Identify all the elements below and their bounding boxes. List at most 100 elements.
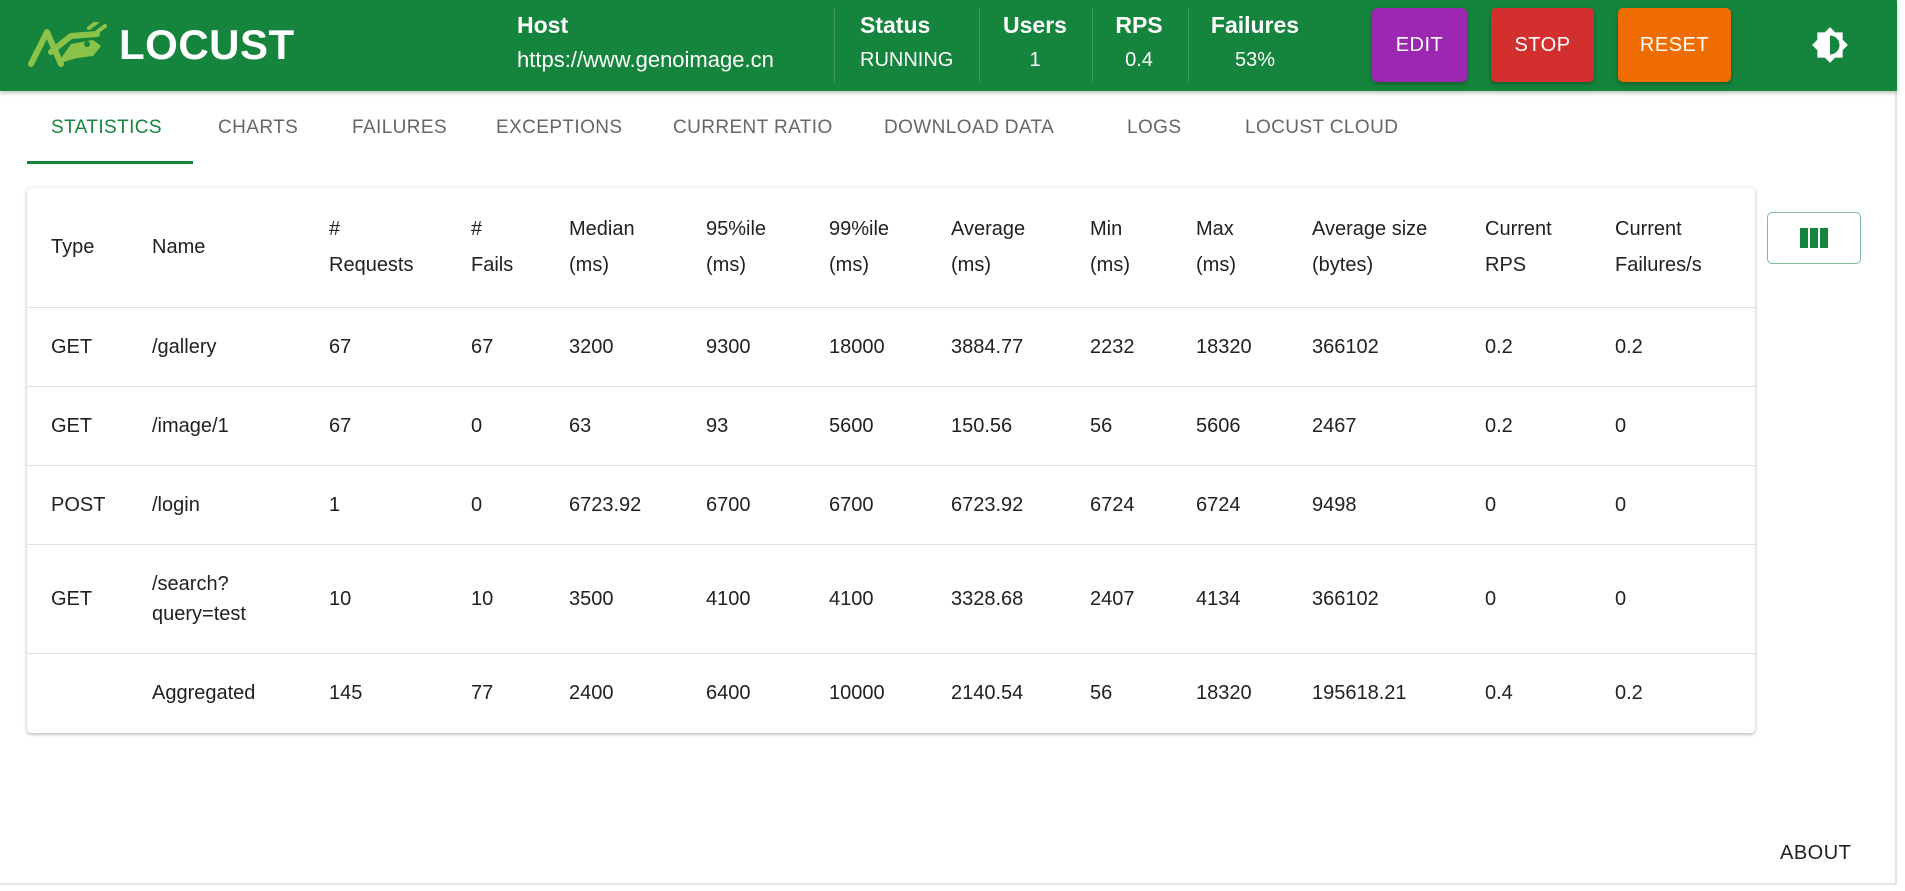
cell-current-rps: 0: [1461, 544, 1591, 654]
cell-min: 2232: [1066, 307, 1172, 387]
cell-requests: 67: [305, 307, 447, 387]
cell-current-rps: 0.4: [1485, 681, 1513, 704]
cell-current-failures: 0: [1591, 386, 1755, 466]
about-link[interactable]: ABOUT: [1780, 842, 1851, 865]
column-header[interactable]: # Fails: [447, 188, 545, 308]
tab-locust-cloud[interactable]: LOCUST CLOUD: [1245, 98, 1398, 164]
cell-current-rps: 0.2: [1461, 386, 1591, 466]
brightness-icon: [1812, 27, 1848, 63]
cell-median: 3500: [545, 544, 682, 654]
stop-button[interactable]: STOP: [1491, 8, 1594, 82]
cell-avg-size: 366102: [1288, 307, 1461, 387]
cell-median: 2400: [569, 681, 614, 704]
cell-name: Aggregated: [152, 681, 256, 704]
cell-current-rps: 0.2: [1461, 307, 1591, 387]
users-stat: Users 1: [1002, 10, 1068, 80]
column-header[interactable]: # Requests: [305, 188, 447, 308]
cell-current-failures: 0.2: [1591, 307, 1755, 387]
aggregated-row: Aggregated 145 77 2400 6400 10000 2140.5…: [27, 653, 1755, 732]
cell-requests: 1: [305, 465, 447, 545]
tab-logs[interactable]: LOGS: [1127, 98, 1181, 164]
locust-logo[interactable]: LOCUST: [27, 22, 295, 68]
cell-fails: 67: [447, 307, 545, 387]
cell-name: /image/1: [128, 386, 305, 466]
column-header[interactable]: Min (ms): [1066, 188, 1172, 308]
locust-app: LOCUST Host https://www.genoimage.cn Sta…: [0, 0, 1905, 891]
cell-max: 6724: [1172, 465, 1288, 545]
cell-p95: 6700: [682, 465, 805, 545]
tab-download-data[interactable]: DOWNLOAD DATA: [884, 98, 1054, 164]
tab-statistics[interactable]: STATISTICS: [51, 98, 162, 164]
column-header[interactable]: Name: [128, 188, 305, 308]
cell-avg-size: 366102: [1288, 544, 1461, 654]
host-stat: Host https://www.genoimage.cn: [517, 10, 774, 80]
locust-logo-icon: [28, 22, 107, 67]
column-header[interactable]: Type: [27, 188, 128, 308]
cell-name: /gallery: [128, 307, 305, 387]
cell-p99: 10000: [829, 681, 885, 704]
cell-average: 2140.54: [951, 681, 1024, 704]
cell-median: 6723.92: [545, 465, 682, 545]
cell-current-failures: 0: [1591, 544, 1755, 654]
tab-exceptions[interactable]: EXCEPTIONS: [496, 98, 622, 164]
column-header[interactable]: 99%ile (ms): [805, 188, 927, 308]
edit-button[interactable]: EDIT: [1372, 8, 1467, 82]
tab-failures[interactable]: FAILURES: [352, 98, 447, 164]
cell-average: 6723.92: [927, 465, 1066, 545]
cell-max: 4134: [1172, 544, 1288, 654]
tab-current-ratio[interactable]: CURRENT RATIO: [673, 98, 833, 164]
tab-charts[interactable]: CHARTS: [218, 98, 298, 164]
column-header[interactable]: 95%ile (ms): [682, 188, 805, 308]
stat-divider: [1092, 8, 1093, 82]
cell-name: /login: [128, 465, 305, 545]
cell-min: 6724: [1066, 465, 1172, 545]
cell-avg-size: 9498: [1288, 465, 1461, 545]
column-header[interactable]: Current Failures/s: [1591, 188, 1755, 308]
column-header[interactable]: Average size (bytes): [1288, 188, 1461, 308]
column-picker-button[interactable]: [1767, 212, 1861, 264]
users-value: 1: [1029, 49, 1041, 71]
statistics-table-card: Type Name # Requests # Fails Median (ms) 95…: [27, 188, 1755, 733]
column-header[interactable]: Max (ms): [1172, 188, 1288, 308]
cell-max: 18320: [1196, 681, 1252, 704]
cell-requests: 67: [305, 386, 447, 466]
cell-requests: 10: [305, 544, 447, 654]
cell-fails: 10: [447, 544, 545, 654]
cell-average: 150.56: [927, 386, 1066, 466]
cell-current-rps: 0: [1461, 465, 1591, 545]
table-row: GET /image/1 67 0 63 93 5600 150.56 56 5…: [27, 386, 1755, 466]
cell-p99: 18000: [805, 307, 927, 387]
host-label: Host: [517, 12, 569, 38]
column-header[interactable]: Median (ms): [545, 188, 682, 308]
theme-toggle-button[interactable]: [1811, 26, 1849, 64]
cell-min: 2407: [1066, 544, 1172, 654]
table-row: GET /gallery 67 67 3200 9300 18000 3884.…: [27, 307, 1755, 387]
cell-p95: 9300: [682, 307, 805, 387]
cell-p95: 4100: [682, 544, 805, 654]
rps-stat: RPS 0.4: [1114, 10, 1164, 80]
failures-stat: Failures 53%: [1210, 10, 1300, 80]
column-header[interactable]: Current RPS: [1461, 188, 1591, 308]
stat-divider: [834, 8, 835, 82]
column-header[interactable]: Average (ms): [927, 188, 1066, 308]
cell-current-failures: 0.2: [1615, 681, 1643, 704]
main-tabs: STATISTICS CHARTS FAILURES EXCEPTIONS CU…: [27, 98, 1427, 164]
rps-value: 0.4: [1125, 49, 1153, 71]
table-row: POST /login 1 0 6723.92 6700 6700 6723.9…: [27, 465, 1755, 545]
cell-type: [27, 653, 128, 732]
cell-max: 5606: [1172, 386, 1288, 466]
cell-type: GET: [27, 544, 128, 654]
cell-name: /search? query=test: [128, 544, 305, 654]
reset-button[interactable]: RESET: [1618, 8, 1731, 82]
cell-min: 56: [1090, 681, 1113, 704]
failures-value: 53%: [1234, 49, 1276, 71]
cell-median: 63: [545, 386, 682, 466]
cell-p95: 93: [682, 386, 805, 466]
failures-label: Failures: [1210, 12, 1300, 38]
status-label: Status: [860, 12, 931, 38]
statistics-table: Type Name # Requests # Fails Median (ms) 95…: [27, 188, 1755, 732]
cell-avg-size: 195618.21: [1312, 681, 1407, 704]
cell-min: 56: [1066, 386, 1172, 466]
stat-divider: [979, 8, 980, 82]
cell-p99: 5600: [805, 386, 927, 466]
